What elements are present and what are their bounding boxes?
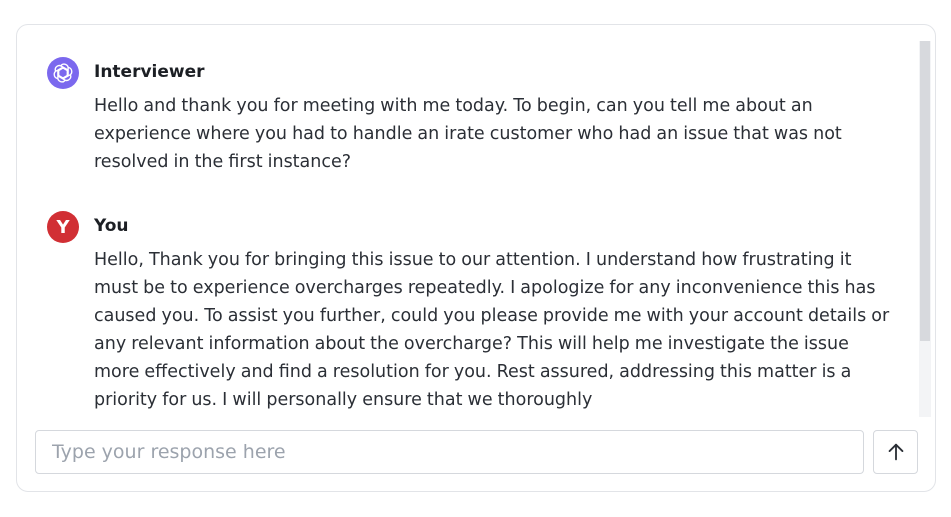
- scrollbar-track[interactable]: [919, 41, 931, 417]
- response-input[interactable]: [35, 430, 864, 474]
- sender-name: You: [94, 216, 129, 236]
- arrow-up-icon: [888, 443, 903, 461]
- message-text: Hello and thank you for meeting with me …: [94, 96, 842, 172]
- openai-logo-icon: [47, 57, 79, 89]
- sender-name: Interviewer: [94, 62, 205, 82]
- composer: [35, 430, 919, 474]
- scrollbar-thumb[interactable]: [920, 41, 930, 341]
- chat-panel: Interviewer Hello and thank you for meet…: [16, 24, 936, 492]
- send-button[interactable]: [873, 430, 918, 474]
- message-list[interactable]: Interviewer Hello and thank you for meet…: [17, 25, 922, 417]
- message-text: Hello, Thank you for bringing this issue…: [94, 250, 890, 410]
- user-avatar: Y: [47, 211, 79, 243]
